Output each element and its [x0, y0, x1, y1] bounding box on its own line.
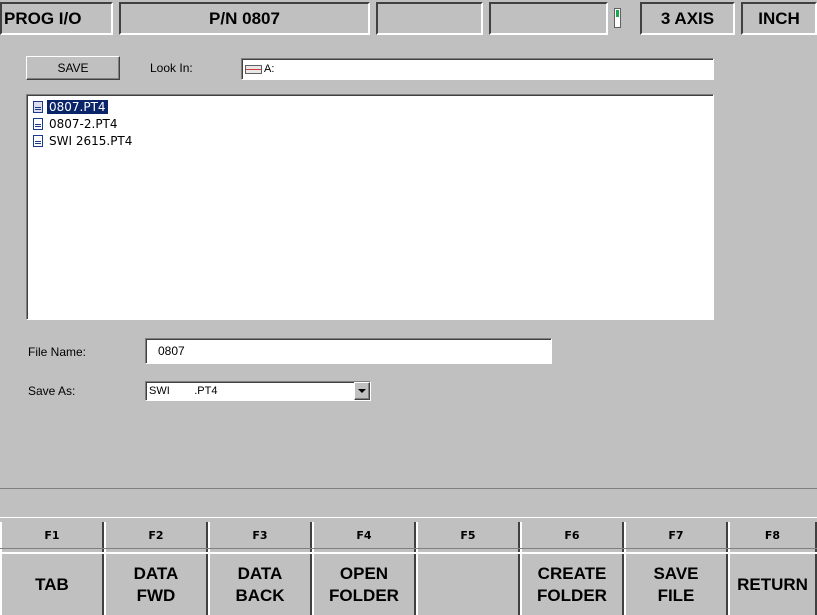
- save-as-label: Save As:: [28, 384, 76, 398]
- status-field-3: [376, 2, 483, 35]
- dropdown-button[interactable]: [354, 382, 370, 400]
- f5-button[interactable]: F5: [416, 522, 520, 615]
- message-bar: [0, 488, 817, 518]
- function-key-number: F2: [148, 529, 164, 542]
- list-item[interactable]: SWI 2615.PT4: [33, 133, 134, 149]
- file-name-input[interactable]: 0807: [145, 338, 552, 364]
- part-number-display: P/N 0807: [119, 2, 370, 35]
- function-key-number: F8: [764, 529, 781, 542]
- function-key-label: TAB: [35, 574, 69, 594]
- part-number-label: P/N 0807: [209, 8, 280, 28]
- file-name: 0807-2.PT4: [49, 117, 118, 131]
- f6-create-folder-button[interactable]: F6 CREATE FOLDER: [520, 522, 624, 615]
- look-in-value: A:: [264, 63, 275, 75]
- status-field-4: [489, 2, 608, 35]
- units-indicator: INCH: [741, 2, 817, 35]
- f7-save-file-button[interactable]: F7 SAVE FILE: [624, 522, 728, 615]
- file-name-label: File Name:: [28, 345, 87, 359]
- units-label: INCH: [758, 8, 800, 28]
- save-as-select[interactable]: SWI .PT4: [145, 381, 371, 401]
- axis-label: 3 AXIS: [660, 8, 715, 28]
- save-mode-label: SAVE: [57, 61, 89, 75]
- save-mode-button[interactable]: SAVE: [26, 56, 120, 80]
- function-key-label: SAVE FILE: [653, 563, 699, 605]
- function-key-label: OPEN FOLDER: [329, 563, 399, 605]
- file-name-value: 0807: [158, 344, 185, 358]
- function-key-number: F5: [460, 529, 476, 542]
- f1-tab-button[interactable]: F1 TAB: [0, 522, 104, 615]
- file-icon: [33, 118, 43, 130]
- axis-indicator: 3 AXIS: [640, 2, 735, 35]
- function-key-label: DATA FWD: [133, 563, 179, 605]
- f2-data-fwd-button[interactable]: F2 DATA FWD: [104, 522, 208, 615]
- function-key-label: [418, 554, 518, 615]
- file-name: SWI 2615.PT4: [49, 134, 133, 148]
- function-key-number: F1: [44, 529, 60, 542]
- file-list[interactable]: 0807.PT4 0807-2.PT4 SWI 2615.PT4: [26, 94, 714, 320]
- mode-label: PROG I/O: [4, 8, 82, 28]
- file-icon: [33, 135, 43, 147]
- function-key-label: CREATE FOLDER: [537, 563, 607, 605]
- function-key-number: F7: [668, 529, 684, 542]
- f4-open-folder-button[interactable]: F4 OPEN FOLDER: [312, 522, 416, 615]
- function-key-label: DATA BACK: [235, 563, 285, 605]
- list-item[interactable]: 0807-2.PT4: [33, 116, 120, 132]
- function-key-bar: F1 TAB F2 DATA FWD F3 DATA BACK F4 OPEN …: [0, 522, 817, 615]
- function-key-number: F4: [356, 529, 372, 542]
- file-name: 0807.PT4: [47, 100, 108, 114]
- file-icon: [33, 101, 43, 113]
- look-in-field[interactable]: A:: [241, 58, 714, 80]
- drive-icon: [245, 64, 262, 74]
- function-key-number: F6: [564, 529, 580, 542]
- mode-indicator: PROG I/O: [0, 2, 113, 35]
- save-as-value: SWI .PT4: [149, 385, 218, 397]
- status-led-icon: [614, 8, 621, 28]
- function-key-number: F3: [252, 529, 268, 542]
- look-in-label: Look In:: [150, 61, 193, 75]
- list-item[interactable]: 0807.PT4: [33, 99, 108, 115]
- f8-return-button[interactable]: F8 RETURN: [728, 522, 817, 615]
- f3-data-back-button[interactable]: F3 DATA BACK: [208, 522, 312, 615]
- chevron-down-icon: [358, 389, 366, 393]
- function-key-label: RETURN: [737, 574, 808, 594]
